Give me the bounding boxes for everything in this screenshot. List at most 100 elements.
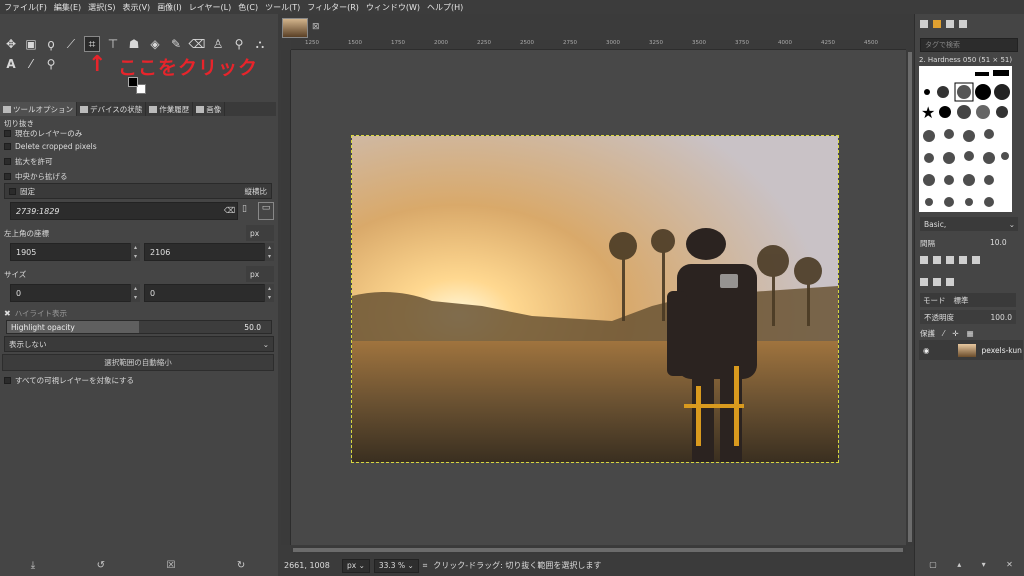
lower-layer-icon[interactable]: ▾: [982, 560, 986, 574]
position-x-input[interactable]: 1905: [10, 243, 140, 261]
position-y-spinner[interactable]: ▴ ▾: [264, 243, 274, 261]
image-canvas[interactable]: [351, 135, 839, 463]
vertical-scroll-thumb[interactable]: [908, 52, 912, 542]
image-tab-thumbnail[interactable]: [282, 18, 308, 38]
channels-tab-icon[interactable]: [933, 278, 941, 286]
text-tool-icon[interactable]: A: [3, 56, 19, 72]
menu-image[interactable]: 画像(I): [157, 2, 182, 13]
all-visible-layers-checkbox[interactable]: すべての可視レイヤーを対象にする: [4, 375, 134, 386]
fonts-tab-icon[interactable]: [946, 20, 954, 28]
brushes-tab-icon[interactable]: [920, 20, 928, 28]
edit-brush-icon[interactable]: [920, 256, 928, 264]
highlight-checkbox[interactable]: ✖ ハイライト表示: [4, 308, 67, 319]
delete-brush-icon[interactable]: [959, 256, 967, 264]
allow-growing-checkbox[interactable]: 拡大を許可: [4, 156, 53, 167]
menu-color[interactable]: 色(C): [238, 2, 258, 13]
save-options-icon[interactable]: ⤓: [31, 560, 35, 571]
layer-item[interactable]: ◉ pexels-kun: [919, 340, 1023, 360]
ruler-vertical[interactable]: [281, 50, 291, 545]
menu-file[interactable]: ファイル(F): [4, 2, 47, 13]
landscape-icon[interactable]: ▭: [258, 202, 274, 220]
expand-from-center-checkbox[interactable]: 中央から拡げる: [4, 171, 68, 182]
crop-tool-icon[interactable]: ⌗: [84, 36, 100, 52]
tab-images[interactable]: 画像: [193, 102, 226, 116]
zoom-tool-icon[interactable]: ⚲: [43, 56, 59, 72]
smudge-tool-icon[interactable]: ⚲: [231, 36, 247, 52]
position-y-input[interactable]: 2106: [144, 243, 274, 261]
brush-actions: [920, 256, 980, 264]
eye-icon[interactable]: ◉: [923, 346, 930, 355]
layer-mode-row[interactable]: モード 標準: [920, 293, 1016, 307]
size-height-input[interactable]: 0: [144, 284, 274, 302]
size-height-spinner[interactable]: ▴ ▾: [264, 284, 274, 302]
patterns-tab-icon[interactable]: [933, 20, 941, 28]
new-layer-icon[interactable]: ▢: [929, 560, 937, 574]
duplicate-brush-icon[interactable]: [946, 256, 954, 264]
layer-opacity-slider[interactable]: 不透明度 100.0: [920, 310, 1016, 324]
highlight-opacity-slider[interactable]: Highlight opacity 50.0: [6, 320, 272, 334]
new-brush-icon[interactable]: [933, 256, 941, 264]
current-layer-only-checkbox[interactable]: 現在のレイヤーのみ: [4, 128, 82, 139]
pointer-coordinates: 2661, 1008: [284, 561, 330, 570]
clone-tool-icon[interactable]: ♙: [210, 36, 226, 52]
free-select-tool-icon[interactable]: ϙ: [43, 36, 59, 52]
layers-tab-icon[interactable]: [920, 278, 928, 286]
tab-tool-options[interactable]: ツールオプション: [0, 102, 77, 116]
autoshrink-button[interactable]: 選択範囲の自動縮小: [2, 354, 274, 371]
move-tool-icon[interactable]: ✥: [3, 36, 19, 52]
menu-windows[interactable]: ウィンドウ(W): [366, 2, 420, 13]
clear-ratio-icon[interactable]: ⌫: [224, 206, 235, 215]
size-unit-dropdown[interactable]: px: [246, 266, 274, 282]
unit-dropdown[interactable]: px ⌄: [342, 558, 370, 573]
warp-tool-icon[interactable]: ☗: [126, 36, 142, 52]
brush-preset-dropdown[interactable]: Basic, ⌄: [920, 217, 1018, 231]
menu-view[interactable]: 表示(V): [122, 2, 150, 13]
reset-options-icon[interactable]: ↻: [237, 560, 245, 571]
menu-edit[interactable]: 編集(E): [54, 2, 81, 13]
documents-tab-icon[interactable]: [959, 20, 967, 28]
size-width-spinner[interactable]: ▴ ▾: [130, 284, 140, 302]
tab-device-status[interactable]: デバイスの状態: [77, 102, 147, 116]
position-unit-dropdown[interactable]: px: [246, 225, 274, 241]
fuzzy-select-tool-icon[interactable]: ⟋: [63, 36, 79, 52]
tab-undo-history[interactable]: 作業履歴: [146, 102, 194, 116]
close-icon[interactable]: ⊠: [312, 22, 320, 32]
lock-alpha-icon[interactable]: ▦: [967, 329, 974, 338]
raise-layer-icon[interactable]: ▴: [957, 560, 961, 574]
delete-layer-icon[interactable]: ✕: [1006, 560, 1013, 574]
brush-grid[interactable]: ★: [919, 66, 1012, 212]
ruler-horizontal[interactable]: 1250 1500 1750 2000 2250 2500 2750 3000 …: [291, 40, 906, 50]
portrait-icon[interactable]: ▯: [242, 204, 247, 214]
restore-options-icon[interactable]: ↺: [97, 560, 105, 571]
zoom-dropdown[interactable]: 33.3 % ⌄: [373, 558, 419, 573]
layer-mode-dropdown[interactable]: 標準: [954, 295, 969, 306]
eraser-tool-icon[interactable]: ⌫: [189, 36, 206, 52]
menu-filters[interactable]: フィルター(R): [307, 2, 359, 13]
aspect-ratio-input[interactable]: 2739:1829: [10, 202, 238, 220]
position-x-spinner[interactable]: ▴ ▾: [130, 243, 140, 261]
fixed-mode-dropdown[interactable]: 縦横比: [245, 186, 268, 197]
menu-help[interactable]: ヘルプ(H): [427, 2, 463, 13]
rect-select-tool-icon[interactable]: ▣: [23, 36, 39, 52]
delete-cropped-pixels-checkbox[interactable]: Delete cropped pixels: [4, 142, 97, 151]
horizontal-scroll-thumb[interactable]: [293, 548, 903, 552]
lock-position-icon[interactable]: ✛: [952, 329, 958, 338]
refresh-brushes-icon[interactable]: [972, 256, 980, 264]
menu-layer[interactable]: レイヤー(L): [189, 2, 231, 13]
size-width-input[interactable]: 0: [10, 284, 140, 302]
color-picker-tool-icon[interactable]: ⁄: [23, 56, 39, 72]
paintbrush-tool-icon[interactable]: ✎: [168, 36, 184, 52]
foreground-color-swatch[interactable]: [128, 77, 138, 87]
lock-pixels-icon[interactable]: ⁄: [943, 329, 944, 338]
paths-tool-icon[interactable]: ⛬: [252, 36, 268, 52]
menu-tools[interactable]: ツール(T): [265, 2, 300, 13]
fixed-aspect-row[interactable]: 固定 縦横比: [4, 183, 272, 199]
paths-tab-icon[interactable]: [946, 278, 954, 286]
bucket-fill-tool-icon[interactable]: ◈: [147, 36, 163, 52]
brush-tag-search[interactable]: タグで検索: [920, 38, 1018, 52]
menu-select[interactable]: 選択(S): [88, 2, 115, 13]
spacing-value[interactable]: 10.0: [990, 238, 1007, 247]
delete-options-icon[interactable]: ☒: [166, 560, 175, 571]
guides-dropdown[interactable]: 表示しない ⌄: [4, 336, 274, 352]
transform-tool-icon[interactable]: ⊤: [105, 36, 121, 52]
